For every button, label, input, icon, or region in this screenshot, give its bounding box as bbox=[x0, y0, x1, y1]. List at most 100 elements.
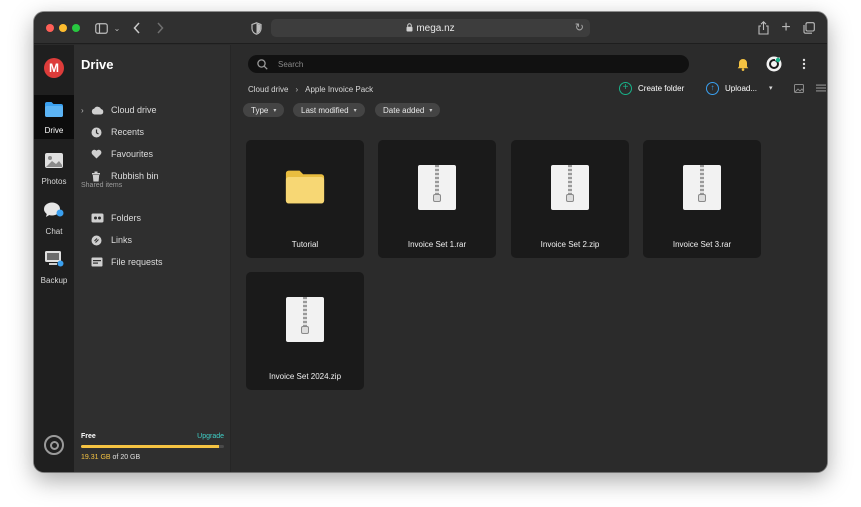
tab-overview-icon[interactable] bbox=[802, 20, 816, 36]
chevron-down-icon: ▾ bbox=[429, 107, 433, 114]
breadcrumb-cloud-drive[interactable]: Cloud drive bbox=[248, 85, 288, 94]
filter-date-added-label: Date added bbox=[383, 105, 425, 115]
sidebar-item-recents[interactable]: Recents bbox=[81, 124, 144, 140]
storage-panel: Free Upgrade 19.31 GB of 20 GB bbox=[74, 427, 231, 472]
close-window-button[interactable] bbox=[46, 24, 54, 32]
heart-icon bbox=[91, 148, 109, 160]
storage-bar bbox=[81, 445, 224, 448]
sidebar-item-links[interactable]: Links bbox=[81, 232, 132, 248]
breadcrumb-current-folder[interactable]: Apple Invoice Pack bbox=[305, 85, 373, 94]
sidebar-title: Drive bbox=[81, 57, 114, 72]
sidebar-item-label: Links bbox=[111, 235, 133, 245]
file-card-archive[interactable]: Invoice Set 3.rar bbox=[643, 140, 761, 258]
search-icon bbox=[252, 58, 272, 70]
address-bar[interactable]: mega.nz ↻ bbox=[271, 19, 590, 37]
sidebar-item-label: Rubbish bin bbox=[111, 171, 159, 181]
app-nav-rail: M Drive Photos Chat Backup bbox=[34, 45, 74, 472]
browser-toolbar: ⌄ mega.nz ↻ + bbox=[34, 12, 827, 44]
breadcrumb: Cloud drive › Apple Invoice Pack bbox=[248, 83, 373, 95]
sidebar-item-label: Cloud drive bbox=[111, 105, 157, 115]
privacy-shield-icon[interactable] bbox=[249, 20, 263, 36]
storage-used-value: 19.31 GB bbox=[81, 454, 111, 461]
rail-drive[interactable]: Drive bbox=[34, 95, 74, 139]
file-browser: Search Cloud drive › Apple Invoice Pack … bbox=[231, 45, 827, 472]
more-options-icon[interactable] bbox=[799, 55, 809, 73]
zoom-window-button[interactable] bbox=[72, 24, 80, 32]
file-name: Invoice Set 1.rar bbox=[407, 240, 467, 249]
thumbnail-view-icon[interactable] bbox=[792, 81, 806, 95]
sidebar-item-file-requests[interactable]: File requests bbox=[81, 254, 163, 270]
chevron-right-icon[interactable]: › bbox=[81, 106, 91, 115]
file-card-folder[interactable]: Tutorial bbox=[246, 140, 364, 258]
storage-bar-fill bbox=[81, 445, 220, 448]
sidebar-item-label: Folders bbox=[111, 213, 142, 223]
chevron-down-icon[interactable]: ⌄ bbox=[113, 20, 121, 36]
search-placeholder: Search bbox=[278, 59, 304, 69]
filter-last-modified-label: Last modified bbox=[301, 105, 349, 115]
back-button[interactable] bbox=[131, 20, 143, 36]
sidebar-item-shared-folders[interactable]: Folders bbox=[81, 210, 141, 226]
chevron-down-icon[interactable]: ▾ bbox=[769, 84, 773, 92]
rail-chat[interactable]: Chat bbox=[34, 201, 74, 245]
archive-zip-icon bbox=[285, 296, 325, 342]
drive-folder-icon bbox=[44, 101, 64, 123]
file-name: Invoice Set 2.zip bbox=[540, 240, 600, 249]
filter-type-label: Type bbox=[251, 105, 269, 115]
sidebar-item-label: Favourites bbox=[111, 149, 154, 159]
upload-button[interactable]: ↑ Upload... ▾ bbox=[706, 81, 773, 95]
sidebar-toggle-icon[interactable] bbox=[94, 20, 108, 36]
forward-button[interactable] bbox=[154, 20, 166, 36]
bell-icon[interactable] bbox=[735, 55, 751, 73]
storage-total-text: of 20 GB bbox=[112, 454, 141, 461]
archive-zip-icon bbox=[682, 164, 722, 210]
sidebar-item-cloud-drive[interactable]: › Cloud drive bbox=[81, 102, 157, 118]
list-view-icon[interactable] bbox=[814, 81, 827, 95]
search-input[interactable]: Search bbox=[248, 55, 689, 73]
backup-computer-icon bbox=[43, 250, 65, 273]
share-icon[interactable] bbox=[756, 20, 770, 36]
sidebar-item-label: File requests bbox=[111, 257, 163, 267]
drive-sidebar: Drive › Cloud drive Recents Favourites R… bbox=[74, 45, 231, 472]
plan-label: Free bbox=[81, 433, 96, 440]
file-card-archive[interactable]: Invoice Set 1.rar bbox=[378, 140, 496, 258]
create-folder-label: Create folder bbox=[638, 83, 685, 93]
chevron-right-icon: › bbox=[295, 84, 299, 94]
mega-logo[interactable]: M bbox=[44, 58, 64, 78]
rail-chat-label: Chat bbox=[45, 227, 63, 236]
clock-icon bbox=[91, 126, 109, 138]
lock-icon bbox=[406, 22, 413, 34]
url-text: mega.nz bbox=[416, 22, 455, 34]
rail-photos[interactable]: Photos bbox=[34, 152, 74, 196]
folder-icon bbox=[285, 164, 325, 210]
filter-date-added[interactable]: Date added ▾ bbox=[375, 103, 441, 117]
file-card-archive[interactable]: Invoice Set 2.zip bbox=[511, 140, 629, 258]
browser-window: ⌄ mega.nz ↻ + M Drive Photos Chat Backup… bbox=[34, 12, 827, 472]
transfers-icon[interactable] bbox=[44, 435, 64, 455]
chevron-down-icon: ▾ bbox=[353, 107, 357, 114]
rail-backup-label: Backup bbox=[40, 276, 68, 285]
rail-drive-label: Drive bbox=[44, 126, 64, 135]
sidebar-item-label: Recents bbox=[111, 127, 145, 137]
chat-icon bbox=[43, 201, 65, 224]
shared-items-heading: Shared items bbox=[81, 182, 123, 189]
upgrade-link[interactable]: Upgrade bbox=[197, 433, 224, 440]
file-name: Tutorial bbox=[291, 240, 319, 249]
shared-folder-icon bbox=[91, 212, 109, 224]
archive-zip-icon bbox=[550, 164, 590, 210]
file-request-icon bbox=[91, 256, 109, 268]
rail-backup[interactable]: Backup bbox=[34, 250, 74, 294]
create-folder-button[interactable]: + Create folder bbox=[619, 81, 684, 95]
new-tab-icon[interactable]: + bbox=[779, 19, 793, 36]
trash-icon bbox=[91, 170, 109, 182]
filter-type[interactable]: Type ▾ bbox=[243, 103, 285, 117]
filter-last-modified[interactable]: Last modified ▾ bbox=[293, 103, 365, 117]
minimize-window-button[interactable] bbox=[59, 24, 67, 32]
file-card-archive[interactable]: Invoice Set 2024.zip bbox=[246, 272, 364, 390]
avatar[interactable] bbox=[765, 55, 783, 73]
cloud-icon bbox=[91, 104, 109, 116]
reload-icon[interactable]: ↻ bbox=[575, 21, 584, 34]
archive-zip-icon bbox=[417, 164, 457, 210]
link-icon bbox=[91, 234, 109, 246]
sidebar-item-favourites[interactable]: Favourites bbox=[81, 146, 153, 162]
upload-arrow-icon: ↑ bbox=[706, 81, 719, 95]
